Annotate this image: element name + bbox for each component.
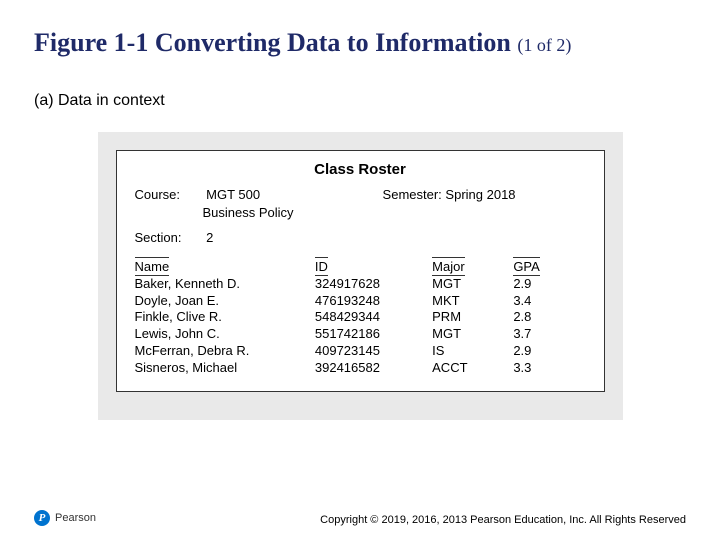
cell-name: Doyle, Joan E.	[135, 293, 315, 310]
section-value: 2	[206, 230, 213, 245]
cell-name: Baker, Kenneth D.	[135, 276, 315, 293]
course-name: Business Policy	[203, 204, 383, 222]
cell-id: 476193248	[315, 293, 432, 310]
table-row: McFerran, Debra R. 409723145 IS 2.9	[135, 343, 586, 360]
cell-major: MGT	[432, 276, 513, 293]
col-header-gpa: GPA	[513, 257, 540, 276]
section-label: Section:	[135, 229, 203, 247]
figure-container: Class Roster Course: MGT 500 Business Po…	[98, 132, 623, 420]
table-row: Lewis, John C. 551742186 MGT 3.7	[135, 326, 586, 343]
roster-table: Name ID Major GPA Baker, Kenneth D. 3249…	[135, 257, 586, 377]
cell-id: 548429344	[315, 309, 432, 326]
subtitle: (a) Data in context	[34, 92, 686, 110]
copyright: Copyright © 2019, 2016, 2013 Pearson Edu…	[320, 514, 686, 526]
cell-gpa: 3.3	[513, 360, 585, 377]
cell-id: 409723145	[315, 343, 432, 360]
table-row: Doyle, Joan E. 476193248 MKT 3.4	[135, 293, 586, 310]
cell-major: MGT	[432, 326, 513, 343]
cell-gpa: 2.9	[513, 276, 585, 293]
cell-gpa: 2.8	[513, 309, 585, 326]
col-header-name: Name	[135, 257, 170, 276]
cell-major: IS	[432, 343, 513, 360]
cell-name: Sisneros, Michael	[135, 360, 315, 377]
cell-gpa: 3.4	[513, 293, 585, 310]
cell-id: 551742186	[315, 326, 432, 343]
semester-label: Semester:	[383, 187, 442, 202]
table-row: Sisneros, Michael 392416582 ACCT 3.3	[135, 360, 586, 377]
cell-name: McFerran, Debra R.	[135, 343, 315, 360]
col-header-major: Major	[432, 257, 465, 276]
course-code: MGT 500	[206, 187, 260, 202]
table-row: Baker, Kenneth D. 324917628 MGT 2.9	[135, 276, 586, 293]
cell-id: 324917628	[315, 276, 432, 293]
col-header-id: ID	[315, 257, 328, 276]
course-label: Course:	[135, 186, 203, 204]
cell-major: ACCT	[432, 360, 513, 377]
cell-gpa: 3.7	[513, 326, 585, 343]
cell-id: 392416582	[315, 360, 432, 377]
class-roster-box: Class Roster Course: MGT 500 Business Po…	[116, 150, 605, 392]
slide-title: Figure 1-1 Converting Data to Informatio…	[34, 28, 686, 58]
roster-heading: Class Roster	[135, 161, 586, 178]
cell-name: Finkle, Clive R.	[135, 309, 315, 326]
pearson-logo: P Pearson	[34, 510, 96, 526]
cell-name: Lewis, John C.	[135, 326, 315, 343]
table-row: Finkle, Clive R. 548429344 PRM 2.8	[135, 309, 586, 326]
cell-major: MKT	[432, 293, 513, 310]
title-part: (1 of 2)	[517, 35, 571, 55]
pearson-p-icon: P	[34, 510, 50, 526]
cell-major: PRM	[432, 309, 513, 326]
pearson-name: Pearson	[55, 512, 96, 524]
cell-gpa: 2.9	[513, 343, 585, 360]
semester-value: Spring 2018	[445, 187, 515, 202]
title-main: Figure 1-1 Converting Data to Informatio…	[34, 28, 511, 57]
